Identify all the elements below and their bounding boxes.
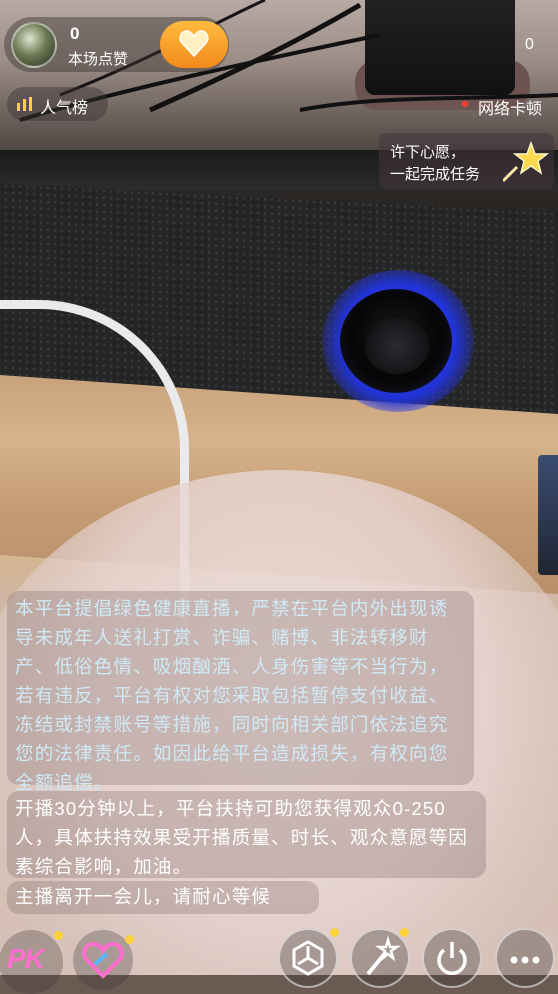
interaction-badge-dot — [125, 935, 134, 944]
network-status-dot — [462, 101, 468, 107]
pk-button[interactable]: PK — [0, 930, 63, 994]
like-button[interactable] — [160, 21, 228, 68]
interaction-button[interactable] — [73, 930, 133, 990]
viewer-count[interactable]: 0 — [525, 36, 534, 54]
wish-subtitle: 一起完成任务 — [390, 166, 481, 183]
star-icon — [503, 141, 549, 183]
policy-notice: 本平台提倡绿色健康直播，严禁在平台内外出现诱导未成年人送礼打赏、诈骗、赌博、非法… — [7, 591, 474, 793]
pk-icon: PK — [7, 943, 45, 974]
wish-title: 许下心愿， — [390, 144, 466, 161]
power-icon — [437, 942, 467, 975]
likes-count: 0 — [70, 24, 80, 43]
share-badge-dot — [330, 928, 339, 937]
knob-center — [365, 318, 429, 374]
away-notice: 主播离开一会儿，请耐心等候 — [7, 881, 319, 914]
avatar[interactable] — [11, 22, 57, 68]
popularity-ranking-button[interactable]: 人气榜 — [7, 87, 108, 121]
effects-badge-dot — [400, 928, 409, 937]
network-status: 网络卡顿 — [478, 101, 543, 118]
effects-button[interactable] — [350, 928, 410, 988]
like-heart-icon — [179, 30, 209, 58]
boost-notice: 开播30分钟以上，平台扶持可助您获得观众0-250人，具体扶持效果受开播质量、时… — [7, 791, 486, 878]
wish-task-card[interactable]: 许下心愿， 一起完成任务 — [379, 133, 554, 189]
share-button[interactable] — [278, 928, 338, 988]
pk-badge-dot — [54, 931, 63, 940]
magic-wand-icon — [366, 935, 402, 976]
likes-label: 本场点赞 — [68, 51, 129, 68]
more-button[interactable] — [495, 928, 555, 988]
heart-outline-icon — [82, 941, 124, 979]
share-icon — [292, 940, 324, 976]
popularity-label: 人气榜 — [40, 100, 89, 117]
side-device — [538, 455, 558, 575]
more-icon — [510, 956, 540, 964]
bar-chart-icon — [17, 97, 32, 111]
host-info[interactable]: 0 本场点赞 — [4, 17, 229, 72]
end-live-button[interactable] — [422, 928, 482, 988]
